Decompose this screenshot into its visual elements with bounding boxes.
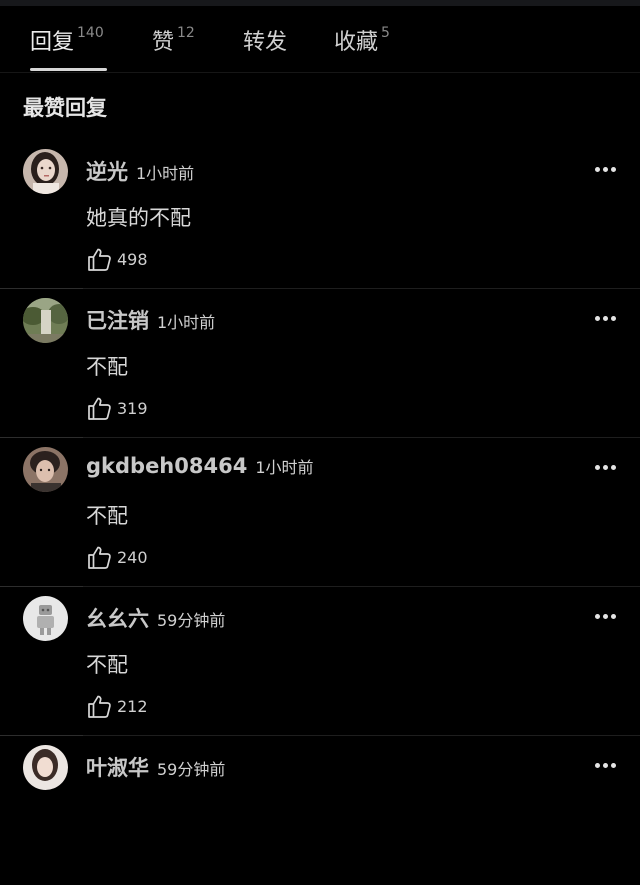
username-text: 逆光 (86, 160, 128, 184)
comment-time: 1小时前 (157, 313, 216, 332)
comment-item: 叶淑华 59分钟前 (0, 736, 640, 885)
username-text: gkdbeh08464 (86, 454, 248, 478)
thumbs-up-icon (88, 397, 111, 420)
section-title: 最赞回复 (23, 96, 107, 120)
comment-username[interactable]: 逆光 1小时前 (86, 156, 194, 186)
like-count: 212 (117, 696, 148, 716)
comment-username[interactable]: 叶淑华 59分钟前 (86, 752, 225, 782)
comment-item: 幺幺六 59分钟前 不配 212 (0, 587, 640, 736)
comment-username[interactable]: 幺幺六 59分钟前 (86, 603, 225, 633)
comment-text: 不配 (86, 504, 128, 528)
more-options-icon[interactable] (590, 760, 620, 772)
more-options-icon[interactable] (590, 164, 620, 176)
landscape-avatar[interactable] (23, 298, 68, 343)
tab-favorites-count: 5 (381, 25, 390, 41)
girl-avatar[interactable] (23, 149, 68, 194)
tab-likes-count: 12 (177, 25, 195, 41)
tab-favorites[interactable]: 收藏 5 (334, 24, 390, 58)
comment-username[interactable]: gkdbeh08464 1小时前 (86, 454, 314, 478)
username-text: 幺幺六 (86, 607, 149, 631)
more-options-icon[interactable] (590, 611, 620, 623)
like-button[interactable]: 319 (86, 395, 148, 423)
comment-text: 她真的不配 (86, 206, 191, 230)
tab-bar: 回复 140 赞 12 转发 收藏 5 (0, 6, 640, 73)
tab-favorites-label: 收藏 (334, 30, 379, 55)
active-tab-indicator (30, 68, 107, 71)
like-button[interactable]: 240 (86, 544, 148, 572)
more-options-icon[interactable] (590, 313, 620, 325)
comment-item: gkdbeh08464 1小时前 不配 240 (0, 438, 640, 587)
comment-text: 不配 (86, 355, 128, 379)
portrait-avatar[interactable] (23, 447, 68, 492)
like-count: 240 (117, 547, 148, 567)
robot-avatar[interactable] (23, 596, 68, 641)
comment-item: 逆光 1小时前 她真的不配 498 (0, 140, 640, 289)
thumbs-up-icon (88, 248, 111, 271)
tab-reposts-label: 转发 (243, 30, 288, 55)
username-text: 叶淑华 (86, 756, 149, 780)
thumbs-up-icon (88, 546, 111, 569)
comment-time: 59分钟前 (157, 760, 226, 779)
comment-time: 1小时前 (136, 164, 195, 183)
tab-replies-label: 回复 (30, 30, 75, 55)
tab-replies-count: 140 (77, 25, 104, 41)
like-button[interactable]: 212 (86, 693, 148, 721)
like-button[interactable]: 498 (86, 246, 148, 274)
like-count: 319 (117, 398, 148, 418)
comment-text: 不配 (86, 653, 128, 677)
comment-item: 已注销 1小时前 不配 319 (0, 289, 640, 438)
tab-likes[interactable]: 赞 12 (152, 24, 195, 58)
tab-reposts[interactable]: 转发 (243, 24, 287, 58)
tab-likes-label: 赞 (152, 30, 175, 55)
thumbs-up-icon (88, 695, 111, 718)
comment-time: 59分钟前 (157, 611, 226, 630)
like-count: 498 (117, 249, 148, 269)
comment-username[interactable]: 已注销 1小时前 (86, 305, 215, 335)
username-text: 已注销 (86, 309, 149, 333)
more-options-icon[interactable] (590, 462, 620, 474)
comment-time: 1小时前 (255, 458, 314, 477)
tab-replies[interactable]: 回复 140 (30, 24, 104, 58)
